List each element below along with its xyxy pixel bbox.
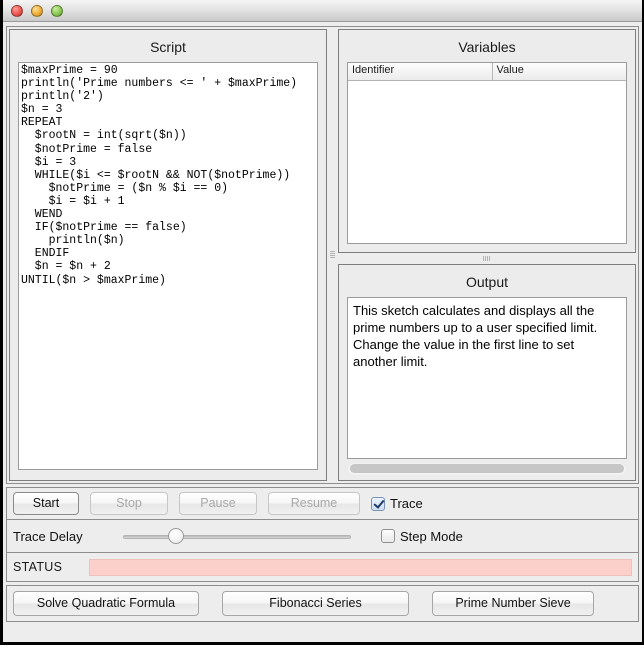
variables-panel: Variables Identifier Value <box>338 29 636 253</box>
maximize-window-icon[interactable] <box>51 4 63 17</box>
vertical-splitter[interactable] <box>327 29 338 481</box>
status-message-field <box>89 558 632 576</box>
fibonacci-series-button[interactable]: Fibonacci Series <box>222 591 409 616</box>
status-label: STATUS <box>13 560 63 574</box>
variables-table-header: Identifier Value <box>348 63 626 81</box>
trace-delay-slider[interactable] <box>123 527 351 545</box>
output-console[interactable]: This sketch calculates and displays all … <box>347 297 627 459</box>
column-header-value[interactable]: Value <box>493 63 626 80</box>
scrollbar-thumb[interactable] <box>350 464 624 473</box>
variables-table[interactable]: Identifier Value <box>347 62 627 244</box>
title-bar <box>3 0 642 22</box>
script-panel: Script $maxPrime = 90 println('Prime num… <box>9 29 327 481</box>
trace-delay-label: Trace Delay <box>13 528 83 544</box>
variables-panel-title: Variables <box>458 39 516 55</box>
inspector-pane: Variables Identifier Value Output This s… <box>338 29 636 481</box>
window-content: Script $maxPrime = 90 println('Prime num… <box>3 22 642 642</box>
slider-thumb[interactable] <box>167 528 184 544</box>
trace-checkbox[interactable]: Trace <box>371 496 423 511</box>
start-button[interactable]: Start <box>13 492 79 515</box>
step-mode-label: Step Mode <box>400 528 463 544</box>
column-header-identifier[interactable]: Identifier <box>348 63 493 80</box>
trace-checkbox-label: Trace <box>390 496 423 511</box>
minimize-window-icon[interactable] <box>31 4 43 17</box>
stop-button[interactable]: Stop <box>90 492 168 515</box>
checkmark-icon[interactable] <box>371 496 385 511</box>
script-editor[interactable]: $maxPrime = 90 println('Prime numbers <=… <box>18 62 318 470</box>
output-horizontal-scrollbar[interactable] <box>348 463 626 475</box>
output-panel: Output This sketch calculates and displa… <box>338 264 636 481</box>
solve-quadratic-formula-button[interactable]: Solve Quadratic Formula <box>13 591 199 616</box>
slider-track[interactable] <box>123 535 351 539</box>
output-panel-title: Output <box>465 274 509 290</box>
run-controls-row: Start Stop Pause Resume Trace <box>6 487 639 520</box>
resume-button[interactable]: Resume <box>268 492 360 515</box>
splitter-grip-icon <box>330 250 335 260</box>
status-row: STATUS <box>6 553 639 582</box>
editor-split-area: Script $maxPrime = 90 println('Prime num… <box>6 26 639 484</box>
prime-number-sieve-button[interactable]: Prime Number Sieve <box>432 591 594 616</box>
trace-delay-row: Trace Delay Step Mode <box>6 520 639 553</box>
script-pane: Script $maxPrime = 90 println('Prime num… <box>9 29 327 481</box>
output-text: This sketch calculates and displays all … <box>353 303 601 369</box>
checkbox-icon[interactable] <box>381 529 395 543</box>
step-mode-checkbox[interactable]: Step Mode <box>381 529 463 544</box>
horizontal-splitter[interactable] <box>338 253 636 264</box>
splitter-grip-icon <box>482 256 492 261</box>
script-code-text[interactable]: $maxPrime = 90 println('Prime numbers <=… <box>19 63 317 287</box>
application-window: Script $maxPrime = 90 println('Prime num… <box>0 0 644 645</box>
sample-programs-row: Solve Quadratic Formula Fibonacci Series… <box>6 585 639 622</box>
close-window-icon[interactable] <box>11 4 23 17</box>
script-panel-title: Script <box>150 39 186 55</box>
variables-table-body[interactable] <box>348 81 626 243</box>
pause-button[interactable]: Pause <box>179 492 257 515</box>
